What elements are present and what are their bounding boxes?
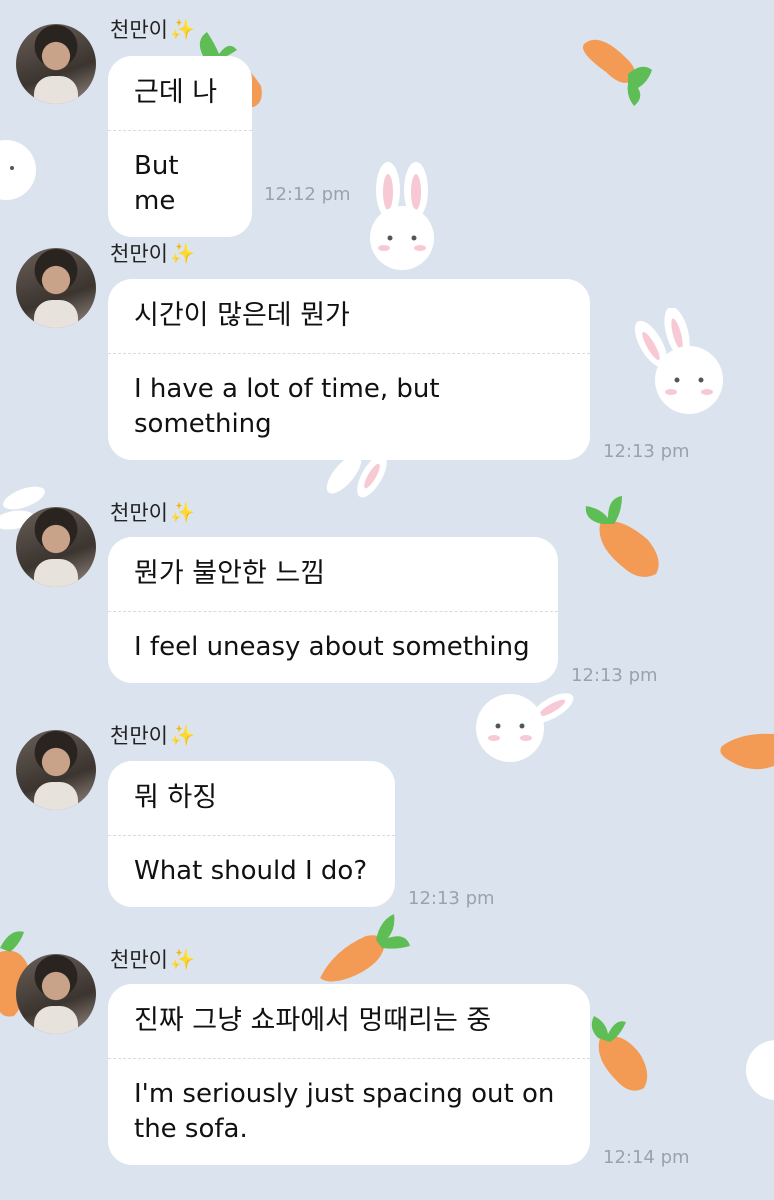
carrot-icon xyxy=(320,914,410,982)
avatar[interactable] xyxy=(16,730,96,810)
avatar[interactable] xyxy=(16,24,96,104)
carrot-icon xyxy=(720,733,774,770)
message-text-english: What should I do? xyxy=(134,856,368,886)
bunny-icon xyxy=(0,140,36,200)
message-bubble[interactable]: 근데 나 But me xyxy=(108,56,252,237)
sender-label: 천만이 xyxy=(110,724,168,748)
message-text-korean: 진짜 그냥 쇼파에서 멍때리는 중 xyxy=(134,1005,492,1036)
avatar[interactable] xyxy=(16,954,96,1034)
carrot-icon xyxy=(582,39,652,106)
sender-label: 천만이 xyxy=(110,501,168,525)
timestamp: 12:12 pm xyxy=(264,184,351,205)
message-bubble[interactable]: 시간이 많은데 뭔가 I have a lot of time, but som… xyxy=(108,279,590,460)
timestamp: 12:13 pm xyxy=(571,665,658,686)
carrot-icon xyxy=(591,1016,648,1091)
bunny-icon xyxy=(476,693,574,762)
sparkle-icon: ✨ xyxy=(169,723,195,747)
sparkle-icon: ✨ xyxy=(169,17,195,41)
sparkle-icon: ✨ xyxy=(169,500,195,524)
sender-name: 천만이 ✨ xyxy=(110,497,195,527)
sender-label: 천만이 xyxy=(110,18,168,42)
message-text-english: I feel uneasy about something xyxy=(134,632,530,662)
sender-label: 천만이 xyxy=(110,948,168,972)
message-bubble[interactable]: 뭔가 불안한 느낌 I feel uneasy about something xyxy=(108,537,558,683)
sparkle-icon: ✨ xyxy=(169,241,195,265)
message-text-english: I'm seriously just spacing out on the so… xyxy=(134,1079,555,1144)
message-text-english: I have a lot of time, but something xyxy=(134,374,440,439)
carrot-icon xyxy=(585,496,659,577)
timestamp: 12:13 pm xyxy=(603,441,690,462)
sender-name: 천만이 ✨ xyxy=(110,238,195,268)
message-text-english: But me xyxy=(134,151,179,216)
message-bubble[interactable]: 진짜 그냥 쇼파에서 멍때리는 중 I'm seriously just spa… xyxy=(108,984,590,1165)
timestamp: 12:13 pm xyxy=(408,888,495,909)
sender-name: 천만이 ✨ xyxy=(110,720,195,750)
sender-name: 천만이 ✨ xyxy=(110,944,195,974)
avatar[interactable] xyxy=(16,507,96,587)
avatar[interactable] xyxy=(16,248,96,328)
timestamp: 12:14 pm xyxy=(603,1147,690,1168)
message-text-korean: 근데 나 xyxy=(134,77,218,108)
message-text-korean: 뭐 하징 xyxy=(134,782,218,813)
sender-name: 천만이 ✨ xyxy=(110,14,195,44)
message-text-korean: 뭔가 불안한 느낌 xyxy=(134,558,326,589)
bunny-icon xyxy=(634,308,723,414)
message-bubble[interactable]: 뭐 하징 What should I do? xyxy=(108,761,395,907)
bunny-icon xyxy=(746,1040,774,1100)
sparkle-icon: ✨ xyxy=(169,947,195,971)
bunny-icon xyxy=(326,458,387,498)
message-text-korean: 시간이 많은데 뭔가 xyxy=(134,300,350,331)
sender-label: 천만이 xyxy=(110,242,168,266)
bunny-icon xyxy=(370,162,434,270)
